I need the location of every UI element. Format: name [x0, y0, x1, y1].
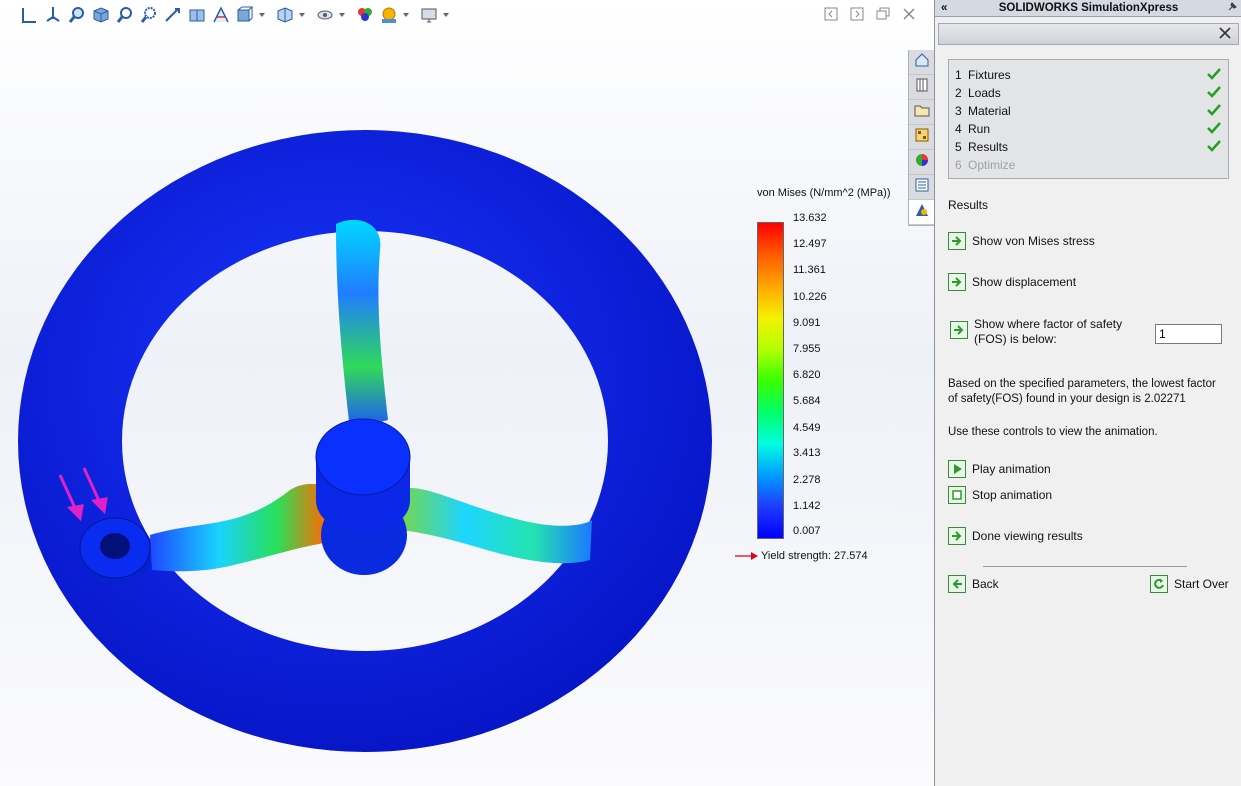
- legend-tick: 11.361: [793, 264, 826, 276]
- folder-icon: [914, 102, 930, 123]
- graphics-viewport[interactable]: von Mises (N/mm^2 (MPa)) 13.632 12.497 1…: [0, 0, 934, 786]
- legend-tick: 3.413: [793, 447, 821, 459]
- legend-tick: 13.632: [793, 212, 827, 224]
- panel-header: [938, 23, 1239, 45]
- legend-tick: 6.820: [793, 369, 821, 381]
- legend-title: von Mises (N/mm^2 (MPa)): [757, 187, 891, 199]
- tab-custom-properties[interactable]: [909, 175, 934, 200]
- pin-icon[interactable]: [1226, 1, 1238, 18]
- divider: [983, 566, 1187, 567]
- home-icon: [914, 52, 930, 73]
- legend-tick: 12.497: [793, 238, 827, 250]
- library-icon: [914, 77, 930, 98]
- yield-strength-label: Yield strength: 27.574: [761, 550, 868, 562]
- legend-tick: 1.142: [793, 500, 821, 512]
- properties-icon: [914, 177, 930, 198]
- hub-top: [315, 418, 411, 496]
- stop-icon: [948, 486, 966, 504]
- show-fos-label: Show where factor of safety (FOS) is bel…: [974, 317, 1122, 347]
- back-button[interactable]: Back: [948, 575, 999, 593]
- tab-appearances[interactable]: [909, 150, 934, 175]
- show-fos-line: (FOS) is below:: [974, 332, 1057, 346]
- tab-view-palette[interactable]: [909, 125, 934, 150]
- back-label: Back: [972, 577, 999, 591]
- step-optimize: 6 Optimize: [955, 158, 1016, 172]
- view-palette-icon: [914, 127, 930, 148]
- start-over-button[interactable]: Start Over: [1150, 575, 1229, 593]
- done-viewing-label: Done viewing results: [972, 529, 1083, 543]
- task-pane-tabs: [908, 50, 934, 226]
- wizard-steps: 1 Fixtures 2 Loads 3 Material 4 Run 5 Results…: [948, 59, 1229, 179]
- arrow-right-icon: [948, 527, 966, 545]
- step-fixtures[interactable]: 1 Fixtures: [955, 66, 1222, 84]
- fos-threshold-input[interactable]: [1155, 324, 1222, 344]
- check-icon: [1206, 121, 1222, 138]
- arrow-right-icon: [950, 321, 968, 339]
- simulationxpress-panel: « SOLIDWORKS SimulationXpress 1 Fixtures …: [934, 0, 1241, 786]
- step-material[interactable]: 3 Material: [955, 102, 1222, 120]
- start-over-icon: [1150, 575, 1168, 593]
- stress-color-bar: [757, 222, 784, 539]
- stop-animation-button[interactable]: Stop animation: [948, 486, 1052, 504]
- results-heading: Results: [948, 198, 989, 212]
- check-icon: [1206, 67, 1222, 84]
- fos-result-message: Based on the specified parameters, the l…: [948, 377, 1216, 407]
- play-animation-label: Play animation: [972, 462, 1051, 476]
- left-spoke: [150, 483, 345, 572]
- legend-tick: 7.955: [793, 343, 821, 355]
- show-displacement-label: Show displacement: [972, 275, 1077, 289]
- tab-design-library[interactable]: [909, 75, 934, 100]
- step-results[interactable]: 5 Results: [955, 138, 1222, 156]
- step-run[interactable]: 4 Run: [955, 120, 1222, 138]
- right-spoke: [395, 487, 592, 564]
- yield-arrow-icon: [735, 552, 758, 560]
- yield-strength-marker: Yield strength: 27.574: [735, 550, 868, 562]
- start-over-label: Start Over: [1174, 577, 1229, 591]
- legend-tick: 5.684: [793, 395, 821, 407]
- step-loads[interactable]: 2 Loads: [955, 84, 1222, 102]
- upper-spoke: [336, 219, 388, 430]
- legend-tick: 2.278: [793, 474, 821, 486]
- close-icon[interactable]: [1218, 26, 1232, 45]
- appearance-icon: [914, 152, 930, 173]
- legend-tick: 9.091: [793, 317, 821, 329]
- arrow-right-icon: [948, 273, 966, 291]
- play-icon: [948, 460, 966, 478]
- arrow-right-icon: [948, 232, 966, 250]
- animation-hint: Use these controls to view the animation…: [948, 426, 1158, 438]
- collapse-icon[interactable]: «: [941, 0, 947, 16]
- tab-home[interactable]: [909, 50, 934, 75]
- tab-simulationxpress[interactable]: [909, 200, 934, 225]
- legend-tick: 10.226: [793, 291, 827, 303]
- arrow-left-icon: [948, 575, 966, 593]
- boss-hole: [100, 533, 130, 559]
- legend-tick: 4.549: [793, 422, 821, 434]
- panel-title-bar: « SOLIDWORKS SimulationXpress: [935, 0, 1241, 17]
- done-viewing-button[interactable]: Done viewing results: [948, 527, 1083, 545]
- show-von-mises-button[interactable]: Show von Mises stress: [948, 232, 1095, 250]
- fos-message-line: Based on the specified parameters, the l…: [948, 378, 1216, 390]
- stress-plot-model[interactable]: [0, 0, 934, 786]
- panel-title: SOLIDWORKS SimulationXpress: [998, 2, 1179, 14]
- legend-tick: 0.007: [793, 525, 821, 537]
- tab-file-explorer[interactable]: [909, 100, 934, 125]
- check-icon: [1206, 103, 1222, 120]
- show-fos-line: Show where factor of safety: [974, 317, 1123, 331]
- simulationxpress-icon: [914, 202, 930, 223]
- check-icon: [1206, 85, 1222, 102]
- show-displacement-button[interactable]: Show displacement: [948, 273, 1076, 291]
- stop-animation-label: Stop animation: [972, 488, 1053, 502]
- show-von-mises-label: Show von Mises stress: [972, 234, 1095, 248]
- fos-message-line: of safety(FOS) found in your design is 2…: [948, 393, 1186, 405]
- check-icon: [1206, 139, 1222, 156]
- play-animation-button[interactable]: Play animation: [948, 460, 1051, 478]
- show-fos-button[interactable]: Show where factor of safety (FOS) is bel…: [950, 317, 1122, 347]
